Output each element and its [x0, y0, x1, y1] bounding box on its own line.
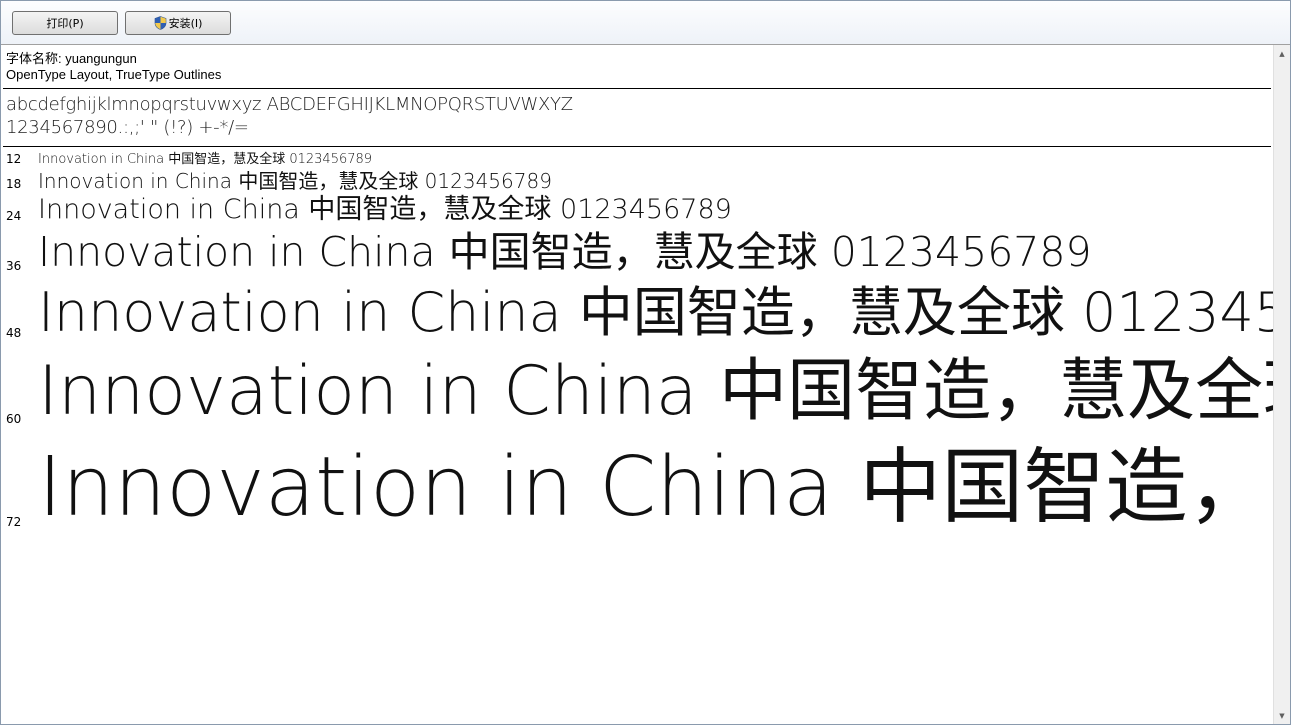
sample-text: Innovation in China 中国智造，慧及全球 0123456789 — [38, 353, 1273, 431]
font-preview-area: 字体名称: yuangungun OpenType Layout, TrueTy… — [1, 45, 1273, 724]
sample-row-18: 18 Innovation in China 中国智造，慧及全球 0123456… — [1, 168, 1273, 194]
sample-row-60: 60 Innovation in China 中国智造，慧及全球 0123456… — [1, 353, 1273, 433]
sample-row-48: 48 Innovation in China 中国智造，慧及全球 0123456… — [1, 281, 1273, 346]
sample-text: Innovation in China 中国智造，慧及全球 0123456789 — [38, 281, 1273, 344]
sample-text: Innovation in China 中国智造，慧及全球 0123456789 — [38, 440, 1273, 535]
toolbar: 打印(P) 安装(I) — [1, 1, 1290, 45]
scroll-up-arrow-icon[interactable]: ▲ — [1274, 45, 1290, 62]
size-label: 36 — [6, 259, 22, 273]
install-button-label: 安装(I) — [168, 17, 203, 30]
sample-text: Innovation in China 中国智造，慧及全球 0123456789 — [38, 152, 373, 167]
sample-text: Innovation in China 中国智造，慧及全球 0123456789 — [38, 228, 1092, 276]
scroll-down-arrow-icon[interactable]: ▼ — [1274, 707, 1290, 724]
size-label: 18 — [6, 177, 22, 191]
separator-top — [3, 88, 1271, 89]
charset-letters: abcdefghijklmnopqrstuvwxyz ABCDEFGHIJKLM… — [6, 94, 573, 115]
sample-text: Innovation in China 中国智造，慧及全球 0123456789 — [38, 194, 732, 225]
charset-digits-symbols: 1234567890.:,;' " (!?) +-*/= — [6, 117, 249, 138]
sample-row-24: 24 Innovation in China 中国智造，慧及全球 0123456… — [1, 194, 1273, 227]
sample-row-12: 12 Innovation in China 中国智造，慧及全球 0123456… — [1, 150, 1273, 168]
print-button-label: 打印(P) — [46, 17, 84, 30]
size-label: 72 — [6, 515, 22, 529]
separator-bottom — [3, 146, 1271, 147]
size-label: 12 — [6, 152, 22, 166]
vertical-scrollbar[interactable]: ▲ ▼ — [1273, 45, 1290, 724]
sample-row-72: 72 Innovation in China 中国智造，慧及全球 0123456… — [1, 439, 1273, 537]
uac-shield-icon — [154, 16, 166, 30]
font-name-line: 字体名称: yuangungun — [6, 51, 137, 66]
sample-row-36: 36 Innovation in China 中国智造，慧及全球 0123456… — [1, 228, 1273, 278]
size-label: 24 — [6, 209, 22, 223]
font-type-line: OpenType Layout, TrueType Outlines — [6, 67, 222, 82]
size-label: 60 — [6, 412, 22, 426]
install-button[interactable]: 安装(I) — [125, 11, 231, 35]
font-viewer-window: 打印(P) 安装(I) 字体名称: yuangungun OpenType La… — [0, 0, 1291, 725]
print-button[interactable]: 打印(P) — [12, 11, 118, 35]
sample-text: Innovation in China 中国智造，慧及全球 0123456789 — [38, 169, 552, 193]
size-label: 48 — [6, 326, 22, 340]
